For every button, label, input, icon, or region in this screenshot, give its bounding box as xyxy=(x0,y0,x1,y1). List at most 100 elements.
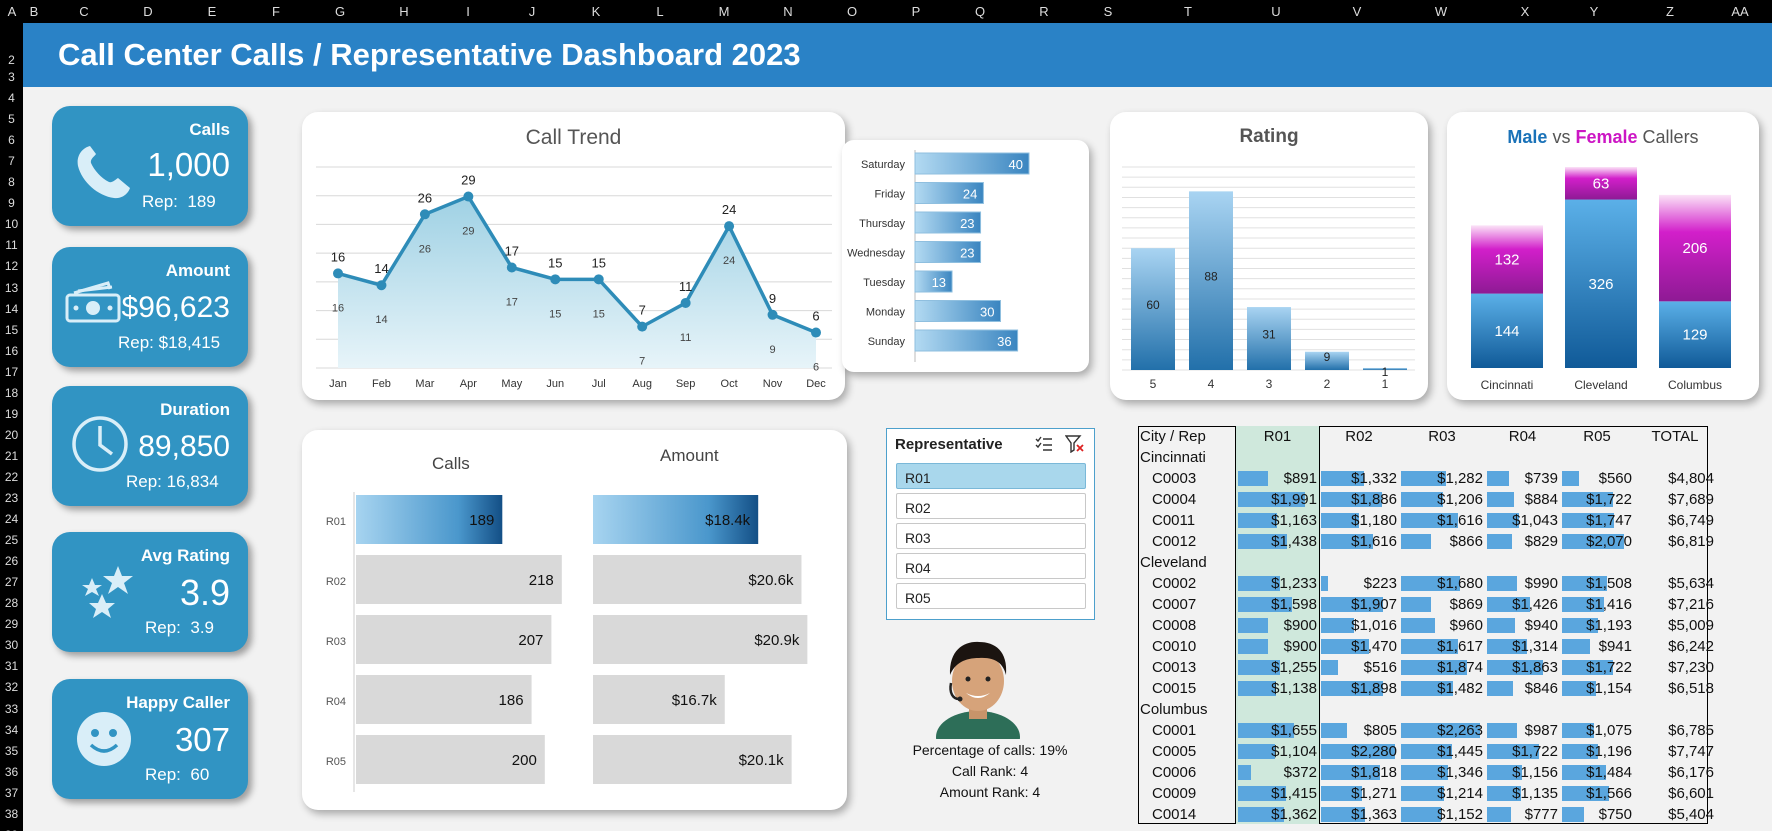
customer-id[interactable]: C0012 xyxy=(1138,531,1236,552)
amount-cell[interactable]: $1,470 xyxy=(1319,636,1399,657)
row-header[interactable]: 37 xyxy=(0,786,23,800)
kpi-calls-card[interactable]: Calls 1,000 Rep: 189 xyxy=(52,106,248,226)
amount-cell[interactable]: $1,445 xyxy=(1399,741,1485,762)
row-header[interactable]: 12 xyxy=(0,259,23,273)
customer-id[interactable]: C0013 xyxy=(1138,657,1236,678)
row-header[interactable]: 3 xyxy=(0,70,23,84)
pivot-data-row[interactable]: C0002 $1,233 $223 $1,680 $990 $1,508 $5,634 xyxy=(1138,573,1716,594)
amount-cell[interactable]: $1,426 xyxy=(1485,594,1560,615)
amount-cell[interactable]: $891 xyxy=(1236,468,1319,489)
row-header[interactable]: 14 xyxy=(0,302,23,316)
pivot-header-cell[interactable]: R03 xyxy=(1399,426,1485,447)
amount-cell[interactable]: $1,196 xyxy=(1560,741,1634,762)
column-header[interactable]: W xyxy=(1435,4,1447,19)
weekday-bar-chart[interactable]: Saturday 40 Friday 24 Thursday 23 Wednesday 23 T… xyxy=(842,140,1089,372)
row-header[interactable]: 34 xyxy=(0,723,23,737)
empty-cell[interactable] xyxy=(1319,447,1399,468)
customer-id[interactable]: C0003 xyxy=(1138,468,1236,489)
amount-cell[interactable]: $1,214 xyxy=(1399,783,1485,804)
amount-cell[interactable]: $1,598 xyxy=(1236,594,1319,615)
city-label[interactable]: Columbus xyxy=(1138,699,1236,720)
customer-id[interactable]: C0008 xyxy=(1138,615,1236,636)
amount-cell[interactable]: $1,206 xyxy=(1399,489,1485,510)
empty-cell[interactable] xyxy=(1634,447,1716,468)
customer-id[interactable]: C0015 xyxy=(1138,678,1236,699)
column-header[interactable]: O xyxy=(847,4,857,19)
amount-cell[interactable]: $1,722 xyxy=(1485,741,1560,762)
empty-cell[interactable] xyxy=(1560,552,1634,573)
empty-cell[interactable] xyxy=(1560,699,1634,720)
row-total[interactable]: $7,689 xyxy=(1634,489,1716,510)
amount-cell[interactable]: $960 xyxy=(1399,615,1485,636)
empty-cell[interactable] xyxy=(1236,699,1319,720)
rating-chart-card[interactable]: Rating 60 5 88 4 31 3 9 2 1 1 xyxy=(1110,112,1428,400)
row-header[interactable]: 4 xyxy=(0,91,23,105)
row-header[interactable]: 19 xyxy=(0,407,23,421)
pivot-data-row[interactable]: C0008 $900 $1,016 $960 $940 $1,193 $5,009 xyxy=(1138,615,1716,636)
row-total[interactable]: $7,747 xyxy=(1634,741,1716,762)
amount-cell[interactable]: $805 xyxy=(1319,720,1399,741)
column-header[interactable]: V xyxy=(1353,4,1362,19)
row-header[interactable]: 33 xyxy=(0,702,23,716)
amount-cell[interactable]: $1,075 xyxy=(1560,720,1634,741)
amount-cell[interactable]: $1,016 xyxy=(1319,615,1399,636)
amount-cell[interactable]: $1,104 xyxy=(1236,741,1319,762)
call-trend-chart-card[interactable]: Call Trend 16 16 Jan 14 14 Feb 26 26 Mar 29 29 Apr 1… xyxy=(302,112,845,400)
row-total[interactable]: $4,804 xyxy=(1634,468,1716,489)
row-header[interactable]: 2 xyxy=(0,53,23,67)
column-header[interactable]: C xyxy=(79,4,88,19)
pivot-header-cell[interactable]: R04 xyxy=(1485,426,1560,447)
pivot-header-cell[interactable]: City / Rep xyxy=(1138,426,1236,447)
amount-cell[interactable]: $750 xyxy=(1560,804,1634,825)
row-total[interactable]: $6,242 xyxy=(1634,636,1716,657)
amount-cell[interactable]: $1,680 xyxy=(1399,573,1485,594)
amount-cell[interactable]: $1,180 xyxy=(1319,510,1399,531)
pivot-data-row[interactable]: C0007 $1,598 $1,907 $869 $1,426 $1,416 $7,216 xyxy=(1138,594,1716,615)
amount-cell[interactable]: $1,332 xyxy=(1319,468,1399,489)
empty-cell[interactable] xyxy=(1634,699,1716,720)
customer-id[interactable]: C0006 xyxy=(1138,762,1236,783)
column-header[interactable]: B xyxy=(30,4,39,19)
amount-cell[interactable]: $1,154 xyxy=(1560,678,1634,699)
amount-cell[interactable]: $1,363 xyxy=(1319,804,1399,825)
row-header[interactable]: 32 xyxy=(0,680,23,694)
kpi-happy-card[interactable]: Happy Caller 307 Rep: 60 xyxy=(52,679,248,799)
amount-cell[interactable]: $1,043 xyxy=(1485,510,1560,531)
amount-cell[interactable]: $2,280 xyxy=(1319,741,1399,762)
column-header[interactable]: K xyxy=(592,4,601,19)
row-header[interactable]: 21 xyxy=(0,449,23,463)
amount-cell[interactable]: $1,271 xyxy=(1319,783,1399,804)
column-header[interactable]: H xyxy=(399,4,408,19)
row-header[interactable]: 26 xyxy=(0,554,23,568)
pivot-data-row[interactable]: C0001 $1,655 $805 $2,263 $987 $1,075 $6,785 xyxy=(1138,720,1716,741)
amount-cell[interactable]: $372 xyxy=(1236,762,1319,783)
amount-cell[interactable]: $1,415 xyxy=(1236,783,1319,804)
row-header[interactable]: 20 xyxy=(0,428,23,442)
amount-cell[interactable]: $223 xyxy=(1319,573,1399,594)
kpi-duration-card[interactable]: Duration 89,850 Rep: 16,834 xyxy=(52,386,248,506)
row-header[interactable]: 23 xyxy=(0,491,23,505)
amount-cell[interactable]: $829 xyxy=(1485,531,1560,552)
empty-cell[interactable] xyxy=(1236,552,1319,573)
amount-cell[interactable]: $1,138 xyxy=(1236,678,1319,699)
row-header[interactable]: 35 xyxy=(0,744,23,758)
column-header[interactable]: G xyxy=(335,4,345,19)
amount-cell[interactable]: $1,282 xyxy=(1399,468,1485,489)
amount-cell[interactable]: $1,135 xyxy=(1485,783,1560,804)
row-header[interactable]: 7 xyxy=(0,154,23,168)
row-total[interactable]: $6,749 xyxy=(1634,510,1716,531)
city-label[interactable]: Cleveland xyxy=(1138,552,1236,573)
empty-cell[interactable] xyxy=(1485,699,1560,720)
column-header[interactable]: Z xyxy=(1666,4,1674,19)
amount-cell[interactable]: $1,655 xyxy=(1236,720,1319,741)
amount-cell[interactable]: $1,863 xyxy=(1485,657,1560,678)
slicer-item-r05[interactable]: R05 xyxy=(896,583,1086,609)
column-header[interactable]: E xyxy=(208,4,217,19)
column-header[interactable]: S xyxy=(1104,4,1113,19)
amount-cell[interactable]: $1,886 xyxy=(1319,489,1399,510)
amount-cell[interactable]: $1,722 xyxy=(1560,489,1634,510)
amount-cell[interactable]: $1,874 xyxy=(1399,657,1485,678)
row-header[interactable]: 16 xyxy=(0,344,23,358)
column-header[interactable]: T xyxy=(1184,4,1192,19)
clear-filter-icon[interactable] xyxy=(1065,435,1085,453)
